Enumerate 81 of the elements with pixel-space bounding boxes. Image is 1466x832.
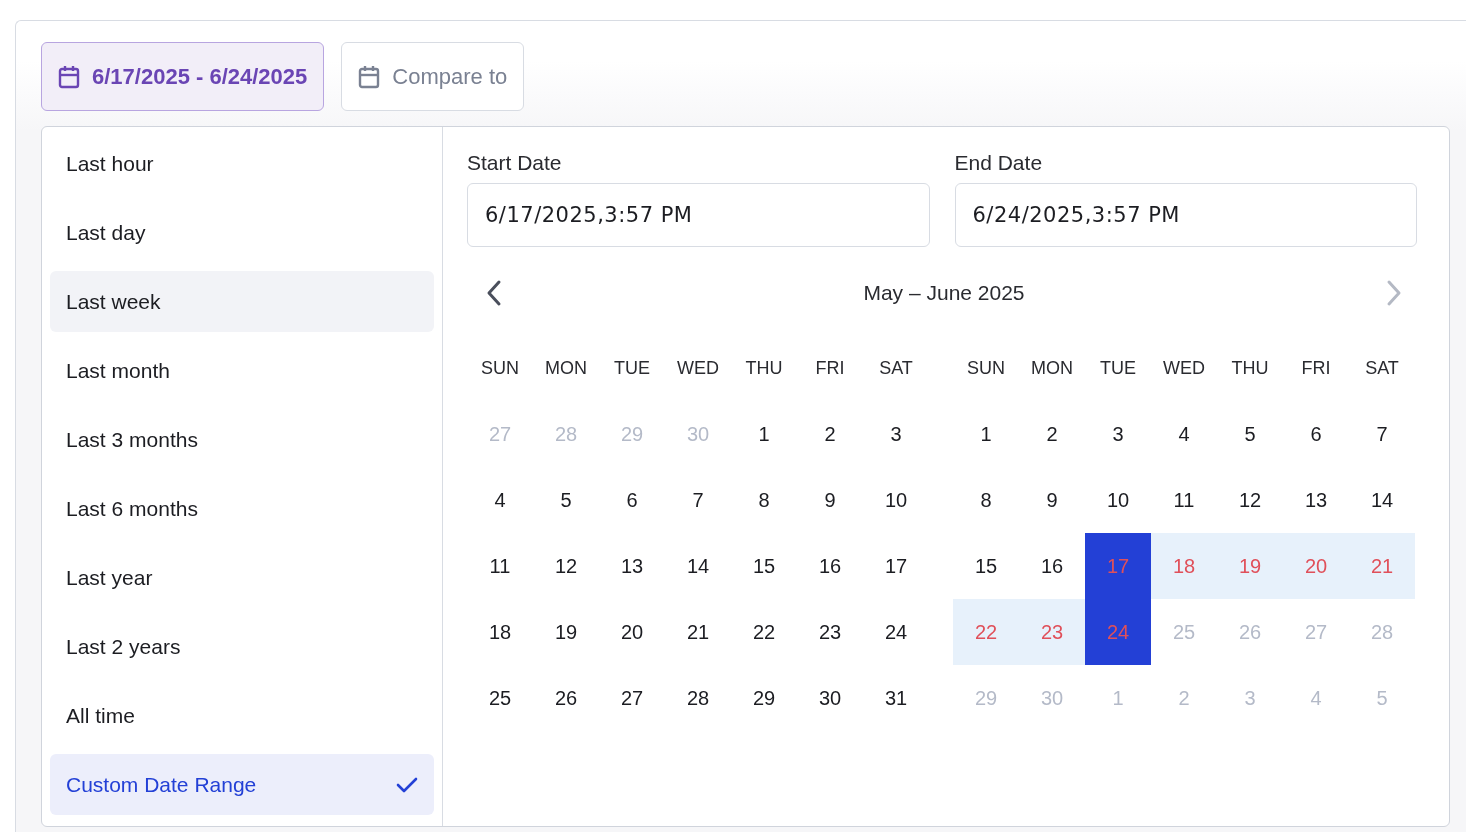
preset-option[interactable]: Custom Date Range: [50, 754, 434, 815]
weekday-label: THU: [745, 357, 783, 379]
calendar-day[interactable]: 11: [467, 533, 533, 599]
calendar-day[interactable]: 22: [731, 599, 797, 665]
weekday-label: FRI: [1301, 357, 1331, 379]
preset-option[interactable]: Last 6 months: [50, 478, 434, 539]
calendar-day[interactable]: 5: [533, 467, 599, 533]
calendar-day[interactable]: 20: [599, 599, 665, 665]
calendar-day[interactable]: 10: [1085, 467, 1151, 533]
calendar-day[interactable]: 25: [467, 665, 533, 731]
preset-option[interactable]: Last 2 years: [50, 616, 434, 677]
calendar-day[interactable]: 7: [665, 467, 731, 533]
calendar-day[interactable]: 7: [1349, 401, 1415, 467]
calendar-day[interactable]: 6: [1283, 401, 1349, 467]
calendar-day[interactable]: 15: [731, 533, 797, 599]
weekday-label: TUE: [614, 357, 650, 379]
date-range-button[interactable]: 6/17/2025 - 6/24/2025: [41, 42, 325, 111]
calendar-icon: [358, 64, 381, 89]
field-label: Start Date: [467, 151, 563, 175]
calendar-day[interactable]: 2: [1019, 401, 1085, 467]
calendar-day[interactable]: 12: [1217, 467, 1283, 533]
month-range-title: May – June 2025: [863, 281, 1025, 305]
calendar-day[interactable]: 2: [797, 401, 863, 467]
calendar-day[interactable]: 13: [599, 533, 665, 599]
weekday-label: TUE: [1100, 357, 1136, 379]
start-date-field[interactable]: 6/17/2025,3:57 PM: [467, 183, 930, 247]
calendar-day[interactable]: 3: [1085, 401, 1151, 467]
field-label: End Date: [954, 151, 1044, 175]
calendar-day[interactable]: 26: [533, 665, 599, 731]
preset-option[interactable]: All time: [50, 685, 434, 746]
calendar-day[interactable]: 21: [665, 599, 731, 665]
preset-option[interactable]: Last 3 months: [50, 409, 434, 470]
weekday-label: SAT: [879, 357, 913, 379]
calendar-day[interactable]: 29: [731, 665, 797, 731]
calendar-day[interactable]: 8: [953, 467, 1019, 533]
calendar-day[interactable]: 1: [731, 401, 797, 467]
calendar-day[interactable]: 6: [599, 467, 665, 533]
calendar-day[interactable]: 13: [1283, 467, 1349, 533]
calendar-day[interactable]: 19: [533, 599, 599, 665]
calendar-day[interactable]: 12: [533, 533, 599, 599]
calendar-day[interactable]: 3: [863, 401, 929, 467]
calendar-day[interactable]: 24: [863, 599, 929, 665]
calendar-day[interactable]: 4: [467, 467, 533, 533]
calendar-day[interactable]: 31: [863, 665, 929, 731]
calendar-day[interactable]: 8: [731, 467, 797, 533]
preset-option[interactable]: Last month: [50, 340, 434, 401]
calendar-day[interactable]: 28: [665, 665, 731, 731]
weekday-label: WED: [1163, 357, 1205, 379]
weekday-label: THU: [1231, 357, 1269, 379]
compare-button[interactable]: Compare to: [341, 42, 525, 111]
calendar-day[interactable]: 5: [1217, 401, 1283, 467]
calendar-day[interactable]: 23: [797, 599, 863, 665]
calendar-day[interactable]: 27: [599, 665, 665, 731]
checkmark-icon: [396, 775, 418, 794]
calendar-day[interactable]: 14: [1349, 467, 1415, 533]
calendar-icon: [58, 64, 80, 89]
preset-option[interactable]: Last hour: [50, 133, 434, 194]
end-date-field[interactable]: 6/24/2025,3:57 PM: [954, 183, 1417, 247]
weekday-label: FRI: [815, 357, 845, 379]
weekday-label: SAT: [1365, 357, 1399, 379]
weekday-label: SUN: [481, 357, 519, 379]
calendar-day[interactable]: 4: [1151, 401, 1217, 467]
weekday-label: MON: [1031, 357, 1073, 379]
calendar-day[interactable]: 9: [1019, 467, 1085, 533]
calendar-day[interactable]: 16: [1019, 533, 1085, 599]
preset-option[interactable]: Last week: [50, 271, 434, 332]
calendar-day[interactable]: 15: [953, 533, 1019, 599]
weekday-label: WED: [677, 357, 719, 379]
calendar-day[interactable]: 11: [1151, 467, 1217, 533]
preset-option[interactable]: Last year: [50, 547, 434, 608]
calendar-day[interactable]: 14: [665, 533, 731, 599]
calendar-day[interactable]: 16: [797, 533, 863, 599]
calendar-day[interactable]: 18: [467, 599, 533, 665]
calendar-day[interactable]: 30: [797, 665, 863, 731]
calendar-day[interactable]: 17: [863, 533, 929, 599]
weekday-label: SUN: [967, 357, 1005, 379]
weekday-label: MON: [545, 357, 587, 379]
preset-option[interactable]: Last day: [50, 202, 434, 263]
calendar-day[interactable]: 1: [953, 401, 1019, 467]
calendar-day[interactable]: 9: [797, 467, 863, 533]
calendar-day[interactable]: 10: [863, 467, 929, 533]
